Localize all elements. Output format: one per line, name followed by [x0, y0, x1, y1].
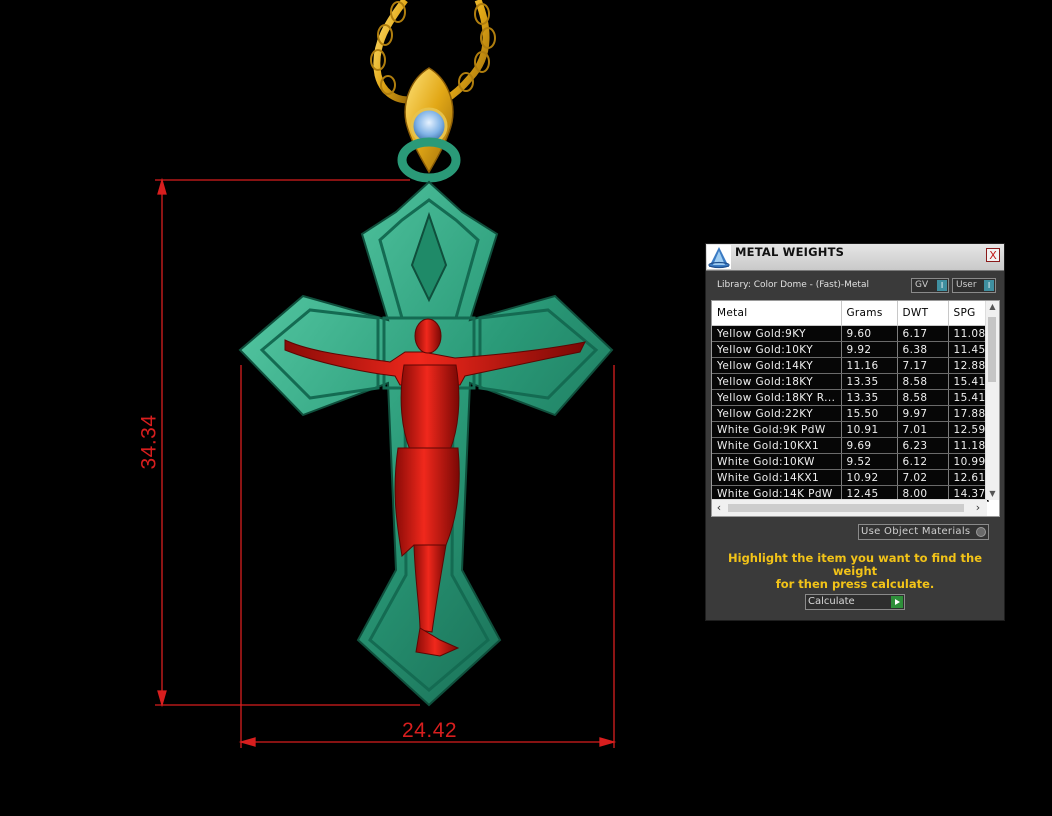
metal-cell: White Gold:10KW	[712, 453, 842, 470]
play-icon[interactable]	[891, 596, 903, 608]
spg-cell: 11.18	[948, 437, 989, 454]
spg-cell: 10.99	[948, 453, 989, 470]
dwt-cell: 9.97	[897, 405, 949, 422]
library-label: Library: Color Dome - (Fast)-Metal	[717, 280, 869, 290]
gv-toggle[interactable]: GV I	[911, 278, 949, 293]
spg-cell: 15.41	[948, 389, 989, 406]
spg-cell: 12.61	[948, 469, 989, 486]
grams-cell: 13.35	[841, 389, 898, 406]
dwt-cell: 6.38	[897, 341, 949, 358]
table-row[interactable]: White Gold:10KW 9.52 6.12 10.99	[712, 453, 989, 470]
grams-cell: 9.52	[841, 453, 898, 470]
metal-cell: White Gold:10KX1	[712, 437, 842, 454]
dwt-cell: 6.23	[897, 437, 949, 454]
table-row[interactable]: Yellow Gold:18KY R... 13.35 8.58 15.41	[712, 389, 989, 406]
panel-titlebar[interactable]: METAL WEIGHTS X	[706, 244, 1004, 271]
horizontal-scroll-thumb[interactable]	[728, 504, 964, 512]
panel-title: METAL WEIGHTS	[735, 245, 845, 259]
table-row[interactable]: Yellow Gold:18KY 13.35 8.58 15.41	[712, 373, 989, 390]
grams-cell: 9.69	[841, 437, 898, 454]
spg-cell: 17.88	[948, 405, 989, 422]
table-row[interactable]: Yellow Gold:9KY 9.60 6.17 11.08	[712, 325, 989, 342]
table-row[interactable]: Yellow Gold:14KY 11.16 7.17 12.88	[712, 357, 989, 374]
user-toggle-label: User	[956, 280, 977, 290]
instructions-line-1: Highlight the item you want to find the …	[728, 551, 982, 578]
table-row[interactable]: White Gold:14KX1 10.92 7.02 12.61	[712, 469, 989, 486]
calculate-button[interactable]: Calculate	[805, 594, 905, 610]
metal-weights-table[interactable]: Metal Grams DWT SPG Yellow Gold:9KY 9.60 6…	[711, 300, 1000, 517]
horizontal-scrollbar[interactable]: ‹ ›	[712, 499, 987, 516]
user-toggle-indicator: I	[984, 280, 994, 291]
dwt-cell: 7.02	[897, 469, 949, 486]
use-object-materials-option[interactable]: Use Object Materials	[858, 524, 989, 540]
column-header-dwt[interactable]: DWT	[897, 301, 949, 326]
table-row[interactable]: White Gold:9K PdW 10.91 7.01 12.59	[712, 421, 989, 438]
height-dimension-label: 34.34	[137, 414, 161, 470]
width-dimension-label: 24.42	[402, 719, 458, 742]
column-header-spg[interactable]: SPG	[948, 301, 989, 326]
spg-cell: 11.45	[948, 341, 989, 358]
table-row[interactable]: Yellow Gold:10KY 9.92 6.38 11.45	[712, 341, 989, 358]
scroll-down-icon[interactable]: ▼	[986, 488, 999, 500]
grams-cell: 9.92	[841, 341, 898, 358]
grams-cell: 9.60	[841, 325, 898, 342]
dwt-cell: 6.17	[897, 325, 949, 342]
vertical-scroll-thumb[interactable]	[988, 317, 996, 382]
dwt-cell: 7.17	[897, 357, 949, 374]
grams-cell: 11.16	[841, 357, 898, 374]
spg-cell: 11.08	[948, 325, 989, 342]
scroll-left-icon[interactable]: ‹	[712, 500, 726, 516]
scroll-right-icon[interactable]: ›	[971, 500, 985, 516]
dwt-cell: 7.01	[897, 421, 949, 438]
table-row[interactable]: Yellow Gold:22KY 15.50 9.97 17.88	[712, 405, 989, 422]
grams-cell: 10.92	[841, 469, 898, 486]
metal-cell: White Gold:9K PdW	[712, 421, 842, 438]
use-object-materials-label: Use Object Materials	[861, 526, 971, 537]
rhino-logo-icon	[707, 245, 731, 269]
column-header-grams[interactable]: Grams	[841, 301, 898, 326]
dwt-cell: 6.12	[897, 453, 949, 470]
instructions-line-2: for then press calculate.	[775, 577, 935, 591]
column-header-metal[interactable]: Metal	[712, 301, 842, 326]
radio-icon[interactable]	[976, 527, 986, 537]
user-toggle[interactable]: User I	[952, 278, 996, 293]
grams-cell: 15.50	[841, 405, 898, 422]
metal-weights-panel: METAL WEIGHTS X Library: Color Dome - (F…	[705, 243, 1005, 621]
metal-cell: White Gold:14KX1	[712, 469, 842, 486]
close-button[interactable]: X	[986, 248, 1000, 262]
metal-cell: Yellow Gold:14KY	[712, 357, 842, 374]
calculate-label: Calculate	[808, 596, 855, 607]
dwt-cell: 8.58	[897, 373, 949, 390]
table-row[interactable]: White Gold:10KX1 9.69 6.23 11.18	[712, 437, 989, 454]
spg-cell: 12.59	[948, 421, 989, 438]
spg-cell: 15.41	[948, 373, 989, 390]
metal-cell: Yellow Gold:10KY	[712, 341, 842, 358]
vertical-scrollbar[interactable]: ▲ ▼	[985, 301, 999, 500]
dwt-cell: 8.58	[897, 389, 949, 406]
grams-cell: 13.35	[841, 373, 898, 390]
spg-cell: 12.88	[948, 357, 989, 374]
scroll-up-icon[interactable]: ▲	[986, 301, 999, 313]
metal-cell: Yellow Gold:9KY	[712, 325, 842, 342]
gv-toggle-label: GV	[915, 280, 929, 290]
grams-cell: 10.91	[841, 421, 898, 438]
instructions-text: Highlight the item you want to find the …	[706, 552, 1004, 591]
gold-bail	[404, 67, 454, 174]
gv-toggle-indicator: I	[937, 280, 947, 291]
metal-cell: Yellow Gold:18KY R...	[712, 389, 842, 406]
metal-cell: Yellow Gold:18KY	[712, 373, 842, 390]
metal-cell: Yellow Gold:22KY	[712, 405, 842, 422]
